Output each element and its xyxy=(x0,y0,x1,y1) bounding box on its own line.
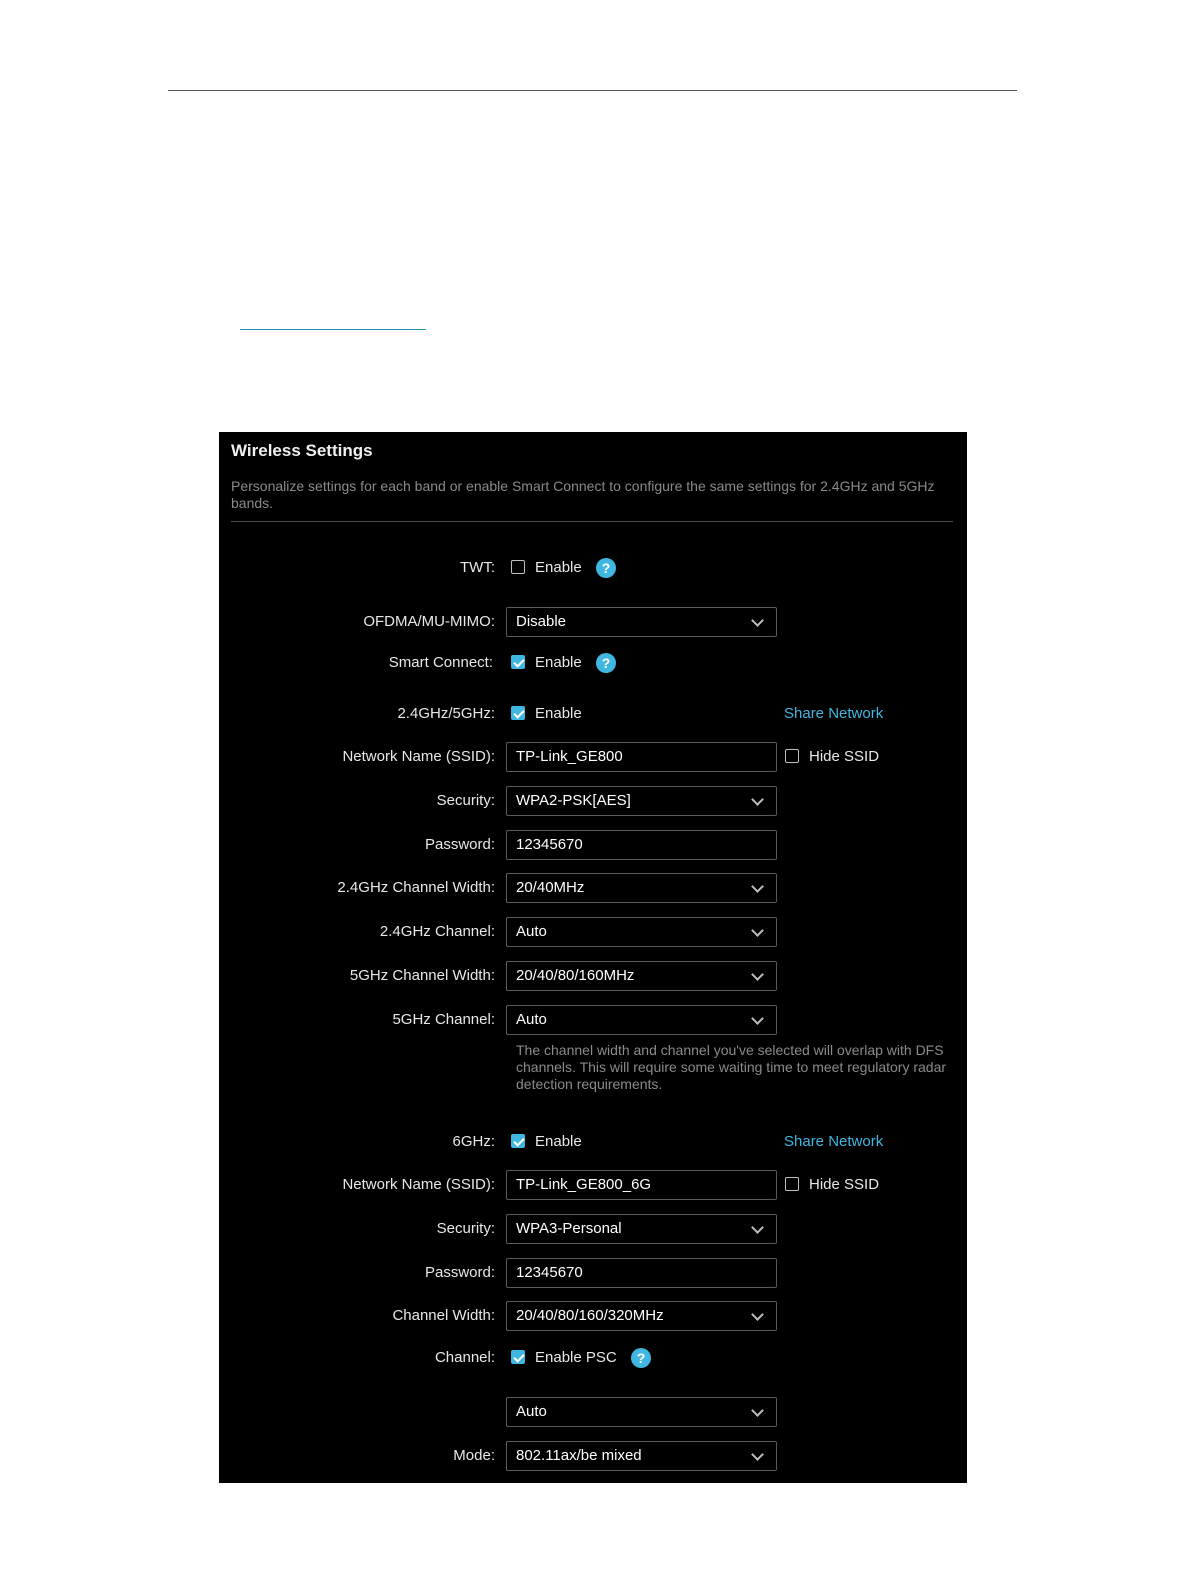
band-6-ssid-input[interactable]: TP-Link_GE800_6G xyxy=(506,1170,777,1200)
band-6-password-value: 12345670 xyxy=(516,1264,583,1281)
band-24-5-share-network-link[interactable]: Share Network xyxy=(784,699,883,729)
band-6-label: 6GHz: xyxy=(452,1133,495,1150)
ofdma-select[interactable]: Disable xyxy=(506,607,777,637)
band-6-channel-width-row: Channel Width: 20/40/80/160/320MHz xyxy=(219,1301,967,1331)
band-6-security-select[interactable]: WPA3-Personal xyxy=(506,1214,777,1244)
band-6-channel-select[interactable]: Auto xyxy=(506,1397,777,1427)
twt-help-icon[interactable]: ? xyxy=(596,558,616,578)
band-6-ssid-value: TP-Link_GE800_6G xyxy=(516,1176,652,1193)
band-6-enable-checkbox[interactable] xyxy=(511,1134,525,1148)
smart-connect-help-icon[interactable]: ? xyxy=(596,653,616,673)
band-24-channel-select[interactable]: Auto xyxy=(506,917,777,947)
band-6-channel-width-value: 20/40/80/160/320MHz xyxy=(516,1307,664,1324)
band-5-channel-width-label: 5GHz Channel Width: xyxy=(349,967,495,984)
band-24-5-security-select[interactable]: WPA2-PSK[AES] xyxy=(506,786,777,816)
band-5-channel-row: 5GHz Channel: Auto xyxy=(219,1005,967,1035)
band-24-5-password-value: 12345670 xyxy=(516,836,583,853)
band-6-security-label: Security: xyxy=(436,1220,495,1237)
band-6-password-row: Password: 12345670 xyxy=(219,1258,967,1288)
ofdma-value: Disable xyxy=(516,613,567,630)
band-24-channel-value: Auto xyxy=(516,923,547,940)
twt-enable-checkbox[interactable] xyxy=(511,560,525,574)
band-6-channel-value: Auto xyxy=(516,1403,547,1420)
band-24-5-row: 2.4GHz/5GHz: Enable Share Network xyxy=(219,699,967,729)
band-6-mode-value: 802.11ax/be mixed xyxy=(516,1447,642,1464)
band-6-mode-label: Mode: xyxy=(453,1447,495,1464)
band-5-channel-label: 5GHz Channel: xyxy=(392,1011,495,1028)
panel-description: Personalize settings for each band or en… xyxy=(231,478,935,511)
band-6-ssid-row: Network Name (SSID): TP-Link_GE800_6G Hi… xyxy=(219,1170,967,1200)
psc-help-icon[interactable]: ? xyxy=(631,1348,651,1368)
page-header-rule xyxy=(168,90,1017,91)
band-6-row: 6GHz: Enable Share Network xyxy=(219,1127,967,1157)
band-24-5-security-row: Security: WPA2-PSK[AES] xyxy=(219,786,967,816)
band-24-5-ssid-label: Network Name (SSID): xyxy=(342,748,495,765)
band-6-ssid-label: Network Name (SSID): xyxy=(342,1176,495,1193)
band-24-5-security-value: WPA2-PSK[AES] xyxy=(516,792,631,809)
smart-connect-label: Smart Connect: xyxy=(388,654,493,671)
band-24-5-enable-label: Enable xyxy=(535,705,582,722)
twt-label: TWT: xyxy=(460,559,495,576)
band-5-channel-width-value: 20/40/80/160MHz xyxy=(516,967,635,984)
panel-title: Wireless Settings xyxy=(231,441,373,460)
band-5-channel-width-select[interactable]: 20/40/80/160MHz xyxy=(506,961,777,991)
wireless-settings-panel: Wireless Settings Personalize settings f… xyxy=(219,432,967,1483)
band-24-channel-width-select[interactable]: 20/40MHz xyxy=(506,873,777,903)
twt-row: TWT: Enable ? xyxy=(219,553,967,583)
hyperlink-underline xyxy=(240,329,426,330)
band-6-password-label: Password: xyxy=(424,1264,495,1281)
band-6-channel-psc-row: Channel: Enable PSC ? xyxy=(219,1343,967,1373)
band-24-5-security-label: Security: xyxy=(436,792,495,809)
band-5-channel-value: Auto xyxy=(516,1011,547,1028)
band-24-channel-label: 2.4GHz Channel: xyxy=(379,923,495,940)
band-6-psc-label: Enable PSC xyxy=(535,1349,617,1366)
dfs-note: The channel width and channel you've sel… xyxy=(516,1042,947,1092)
band-24-5-password-input[interactable]: 12345670 xyxy=(506,830,777,860)
smart-connect-enable-label: Enable xyxy=(535,654,582,671)
panel-divider xyxy=(231,521,953,522)
band-6-password-input[interactable]: 12345670 xyxy=(506,1258,777,1288)
band-6-hide-ssid-label: Hide SSID xyxy=(809,1176,880,1193)
band-24-channel-width-row: 2.4GHz Channel Width: 20/40MHz xyxy=(219,873,967,903)
band-6-security-row: Security: WPA3-Personal xyxy=(219,1214,967,1244)
band-6-mode-row: Mode: 802.11ax/be mixed xyxy=(219,1441,967,1471)
smart-connect-row: Smart Connect: Enable ? xyxy=(219,648,967,678)
band-24-channel-width-value: 20/40MHz xyxy=(516,879,585,896)
ofdma-row: OFDMA/MU-MIMO: Disable xyxy=(219,607,967,637)
band-24-5-ssid-value: TP-Link_GE800 xyxy=(516,748,623,765)
twt-enable-label: Enable xyxy=(535,559,582,576)
band-6-channel-select-row: Auto xyxy=(219,1397,967,1427)
band-6-share-network-link[interactable]: Share Network xyxy=(784,1127,883,1157)
band-24-5-password-label: Password: xyxy=(424,836,495,853)
band-24-5-ssid-row: Network Name (SSID): TP-Link_GE800 Hide … xyxy=(219,742,967,772)
band-24-5-label: 2.4GHz/5GHz: xyxy=(397,705,495,722)
band-24-5-hide-ssid-checkbox[interactable] xyxy=(785,749,799,763)
band-24-5-ssid-input[interactable]: TP-Link_GE800 xyxy=(506,742,777,772)
band-6-channel-label: Channel: xyxy=(434,1349,495,1366)
band-6-mode-select[interactable]: 802.11ax/be mixed xyxy=(506,1441,777,1471)
band-6-psc-checkbox[interactable] xyxy=(511,1350,525,1364)
band-6-hide-ssid-checkbox[interactable] xyxy=(785,1177,799,1191)
band-6-security-value: WPA3-Personal xyxy=(516,1220,622,1237)
band-24-5-password-row: Password: 12345670 xyxy=(219,830,967,860)
smart-connect-enable-checkbox[interactable] xyxy=(511,655,525,669)
band-6-channel-width-label: Channel Width: xyxy=(392,1307,495,1324)
band-5-channel-select[interactable]: Auto xyxy=(506,1005,777,1035)
band-6-enable-label: Enable xyxy=(535,1133,582,1150)
band-24-channel-row: 2.4GHz Channel: Auto xyxy=(219,917,967,947)
band-6-channel-width-select[interactable]: 20/40/80/160/320MHz xyxy=(506,1301,777,1331)
ofdma-label: OFDMA/MU-MIMO: xyxy=(363,613,495,630)
band-5-channel-width-row: 5GHz Channel Width: 20/40/80/160MHz xyxy=(219,961,967,991)
band-24-5-hide-ssid-label: Hide SSID xyxy=(809,748,880,765)
band-24-5-enable-checkbox[interactable] xyxy=(511,706,525,720)
band-24-channel-width-label: 2.4GHz Channel Width: xyxy=(337,879,495,896)
